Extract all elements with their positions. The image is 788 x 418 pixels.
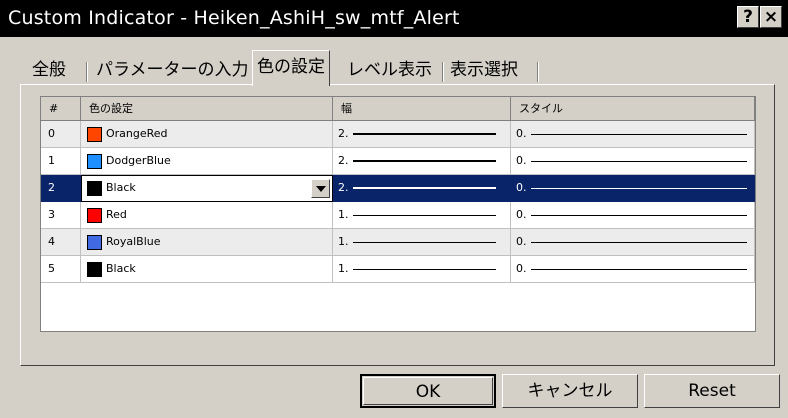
color-cell[interactable]: Red — [81, 202, 333, 229]
chevron-down-icon — [316, 186, 326, 192]
tab-separator — [86, 62, 88, 82]
grid-row-selected[interactable]: 2 Black 2. 0. — [41, 175, 755, 202]
color-swatch — [87, 208, 102, 223]
column-header-width[interactable]: 幅 — [333, 97, 511, 121]
ok-button-label: OK — [363, 377, 493, 405]
color-cell[interactable]: Black — [81, 256, 333, 283]
tab-separator — [442, 62, 444, 82]
row-index: 2 — [41, 175, 81, 202]
width-line-sample — [353, 215, 496, 216]
color-swatch — [87, 181, 102, 196]
close-button[interactable]: × — [760, 6, 782, 28]
style-cell[interactable]: 0. — [511, 175, 755, 202]
width-line-sample — [353, 242, 496, 243]
style-value: 0. — [516, 208, 527, 221]
tab-visualization[interactable]: 表示選択 — [450, 56, 518, 84]
width-cell[interactable]: 1. — [333, 256, 511, 283]
style-cell[interactable]: 0. — [511, 148, 755, 175]
grid-row[interactable]: 0 OrangeRed 2. 0. — [41, 121, 755, 148]
style-line-sample — [531, 161, 747, 162]
style-cell[interactable]: 0. — [511, 202, 755, 229]
grid-row[interactable]: 3 Red 1. 0. — [41, 202, 755, 229]
color-name: Black — [106, 181, 136, 194]
ok-button[interactable]: OK — [360, 374, 496, 408]
row-index: 1 — [41, 148, 81, 175]
color-name: OrangeRed — [106, 127, 168, 140]
tab-colors[interactable]: 色の設定 — [252, 50, 330, 86]
width-line-sample — [353, 269, 496, 270]
tab-parameters[interactable]: パラメーターの入力 — [96, 56, 249, 84]
color-name: Red — [106, 208, 127, 221]
tab-separator — [537, 62, 539, 82]
width-cell[interactable]: 1. — [333, 229, 511, 256]
column-header-color[interactable]: 色の設定 — [81, 97, 333, 121]
style-cell[interactable]: 0. — [511, 229, 755, 256]
width-value: 1. — [338, 262, 349, 275]
width-line-sample — [353, 160, 496, 162]
style-line-sample — [531, 242, 747, 243]
tab-levels[interactable]: レベル表示 — [347, 56, 432, 84]
color-cell[interactable]: RoyalBlue — [81, 229, 333, 256]
cancel-button[interactable]: キャンセル — [502, 374, 638, 408]
grid-row[interactable]: 1 DodgerBlue 2. 0. — [41, 148, 755, 175]
color-name: RoyalBlue — [106, 235, 161, 248]
style-value: 0. — [516, 181, 527, 194]
width-value: 2. — [338, 154, 349, 167]
color-swatch — [87, 235, 102, 250]
style-value: 0. — [516, 127, 527, 140]
width-cell[interactable]: 2. — [333, 175, 511, 202]
style-line-sample — [531, 269, 747, 270]
grid-row[interactable]: 5 Black 1. 0. — [41, 256, 755, 283]
column-header-style[interactable]: スタイル — [511, 97, 755, 121]
color-cell[interactable]: DodgerBlue — [81, 148, 333, 175]
grid-row[interactable]: 4 RoyalBlue 1. 0. — [41, 229, 755, 256]
color-cell[interactable]: OrangeRed — [81, 121, 333, 148]
title-bar: Custom Indicator - Heiken_AshiH_sw_mtf_A… — [0, 0, 788, 37]
width-value: 1. — [338, 235, 349, 248]
column-header-index[interactable]: # — [41, 97, 81, 121]
style-value: 0. — [516, 154, 527, 167]
color-name: DodgerBlue — [106, 154, 171, 167]
width-cell[interactable]: 1. — [333, 202, 511, 229]
colors-grid[interactable]: # 色の設定 幅 スタイル 0 OrangeRed 2. 0. 1 Dodger… — [40, 96, 756, 332]
style-value: 0. — [516, 262, 527, 275]
row-index: 3 — [41, 202, 81, 229]
width-value: 1. — [338, 208, 349, 221]
style-cell[interactable]: 0. — [511, 256, 755, 283]
reset-button[interactable]: Reset — [644, 374, 780, 408]
style-line-sample — [531, 215, 747, 216]
width-cell[interactable]: 2. — [333, 148, 511, 175]
tab-general[interactable]: 全般 — [32, 56, 66, 84]
row-index: 0 — [41, 121, 81, 148]
window-title: Custom Indicator - Heiken_AshiH_sw_mtf_A… — [8, 7, 460, 29]
style-line-sample — [531, 134, 747, 135]
color-swatch — [87, 127, 102, 142]
color-cell[interactable]: Black — [81, 175, 333, 202]
help-button[interactable]: ? — [737, 6, 759, 28]
dropdown-button[interactable] — [311, 179, 330, 198]
color-swatch — [87, 154, 102, 169]
width-value: 2. — [338, 181, 349, 194]
row-index: 4 — [41, 229, 81, 256]
style-line-sample — [531, 188, 747, 189]
width-value: 2. — [338, 127, 349, 140]
width-cell[interactable]: 2. — [333, 121, 511, 148]
row-index: 5 — [41, 256, 81, 283]
color-dropdown[interactable]: Black — [81, 175, 333, 202]
custom-indicator-dialog: Custom Indicator - Heiken_AshiH_sw_mtf_A… — [0, 0, 788, 418]
color-swatch — [87, 262, 102, 277]
style-cell[interactable]: 0. — [511, 121, 755, 148]
width-line-sample — [353, 187, 496, 189]
color-name: Black — [106, 262, 136, 275]
width-line-sample — [353, 133, 496, 135]
style-value: 0. — [516, 235, 527, 248]
